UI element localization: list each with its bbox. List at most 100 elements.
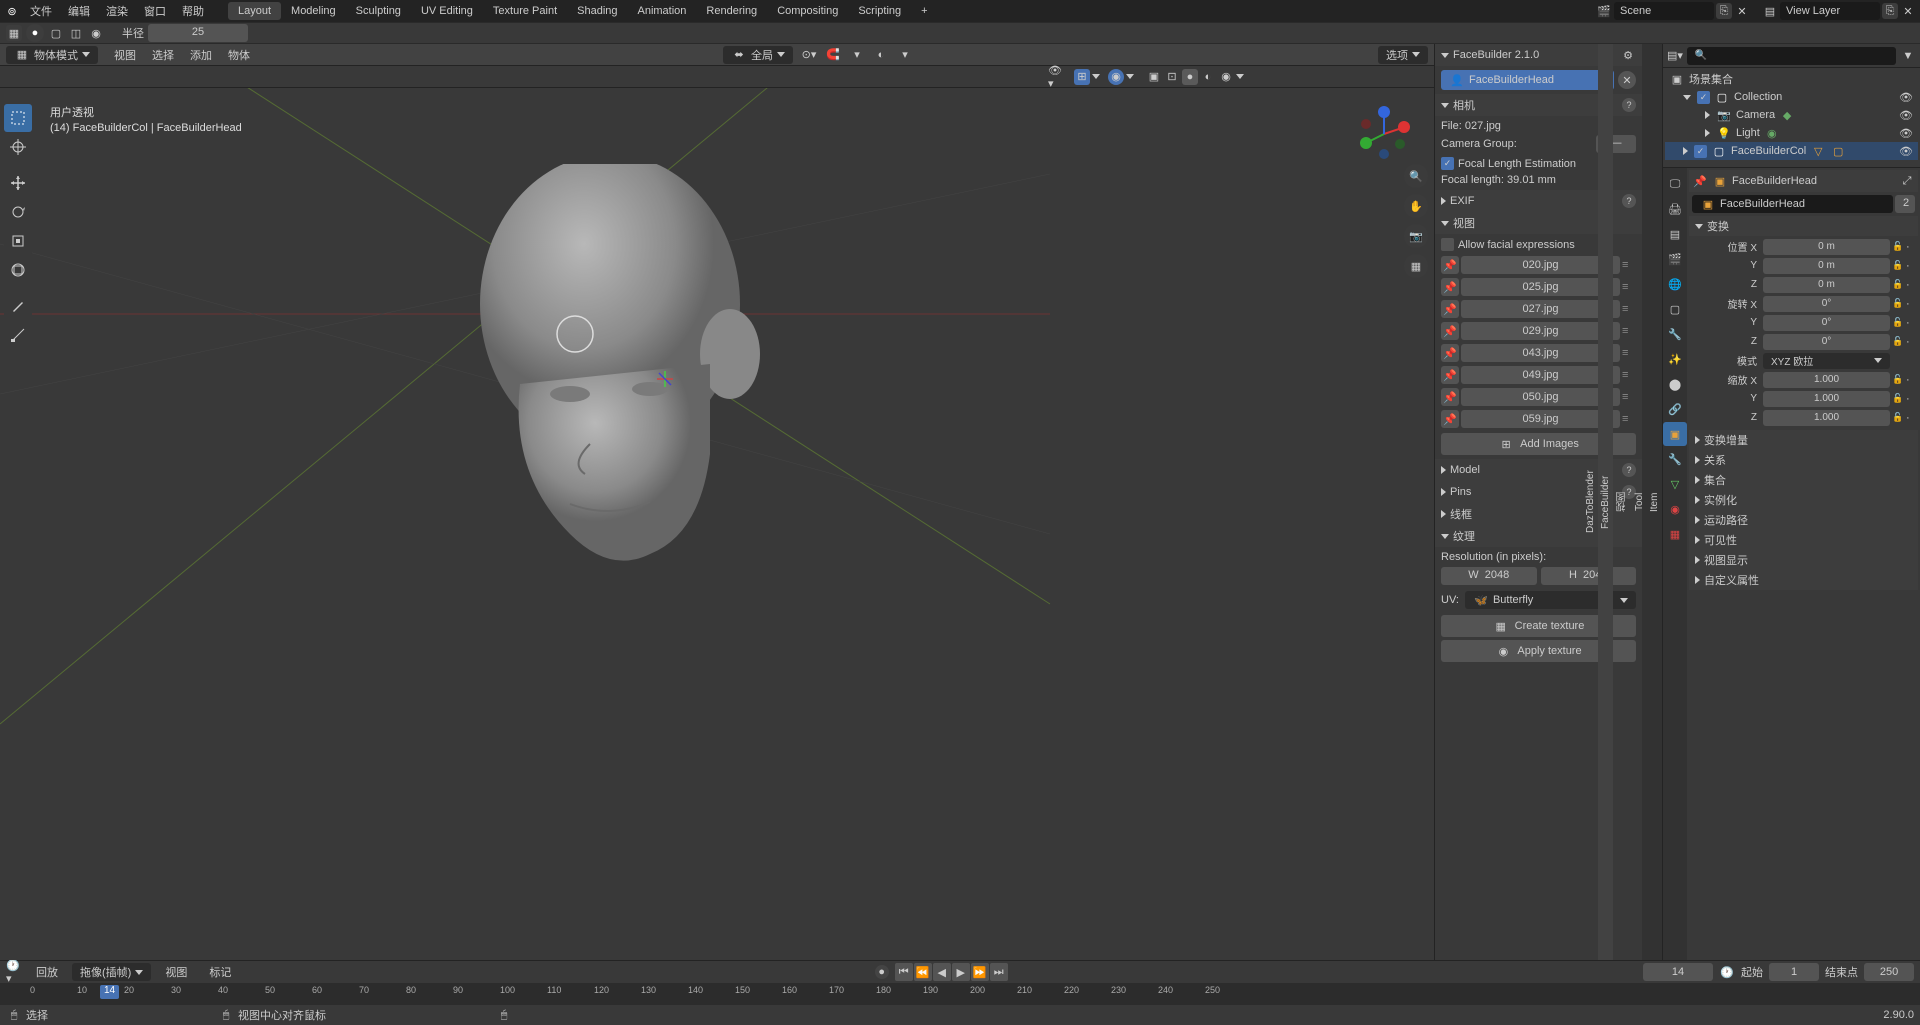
prop-tab-output[interactable]: 🖨 (1663, 197, 1687, 221)
prop-tab-modifier[interactable]: 🔧 (1663, 447, 1687, 471)
move-tool[interactable] (4, 169, 32, 197)
lock-icon[interactable]: 🔓 (1890, 315, 1906, 331)
rotate-tool[interactable] (4, 198, 32, 226)
radius-field[interactable]: 25 (148, 24, 248, 42)
visibility-icon[interactable]: 👁▾ (1048, 69, 1064, 85)
n-tab-daz[interactable]: DazToBlender (1583, 44, 1598, 960)
keying-dropdown[interactable]: 拖像(插帧) (72, 963, 151, 981)
prop-section[interactable]: 运动路径 (1689, 510, 1918, 530)
shading-wireframe[interactable]: ⊡ (1164, 69, 1180, 85)
viewlayer-field[interactable]: View Layer (1780, 2, 1880, 20)
scene-name-field[interactable]: Scene (1614, 2, 1714, 20)
expand-icon[interactable]: ⤢ (1899, 173, 1915, 189)
rot-x-field[interactable]: 0° (1763, 296, 1890, 312)
rotation-mode-dropdown[interactable]: XYZ 欧拉 (1763, 353, 1890, 369)
prop-tab-texture[interactable]: ▦ (1663, 522, 1687, 546)
pin-button[interactable]: 📌 (1441, 410, 1459, 428)
navigation-gizmo[interactable] (1354, 104, 1414, 164)
eye-icon[interactable]: 👁 (1898, 143, 1914, 159)
lock-icon[interactable]: 🔓 (1890, 296, 1906, 312)
cursor-tool-icon[interactable]: ● (26, 24, 44, 42)
eye-icon[interactable]: 👁 (1898, 107, 1914, 123)
lock-icon[interactable]: 🔓 (1890, 258, 1906, 274)
clock-icon[interactable]: 🕐 (1719, 964, 1735, 980)
header-menu-物体[interactable]: 物体 (220, 47, 258, 65)
prop-tab-render[interactable]: 🖵 (1663, 172, 1687, 196)
workspace-tab-Shading[interactable]: Shading (567, 2, 627, 20)
next-key-button[interactable]: ⏩ (971, 963, 989, 981)
zoom-icon[interactable]: 🔍 (1404, 164, 1428, 188)
annotate-tool[interactable] (4, 292, 32, 320)
prop-tab-data[interactable]: ▽ (1663, 472, 1687, 496)
header-menu-视图[interactable]: 视图 (106, 47, 144, 65)
prop-section[interactable]: 实例化 (1689, 490, 1918, 510)
workspace-tab-Modeling[interactable]: Modeling (281, 2, 346, 20)
pin-button[interactable]: 📌 (1441, 388, 1459, 406)
workspace-tab-Sculpting[interactable]: Sculpting (346, 2, 411, 20)
marker-menu[interactable]: 标记 (201, 961, 239, 983)
snap-dropdown[interactable]: ▾ (849, 47, 865, 63)
prop-section[interactable]: 关系 (1689, 450, 1918, 470)
options-dropdown[interactable]: 选项 (1378, 46, 1428, 64)
perspective-toggle-icon[interactable]: ▦ (1404, 254, 1428, 278)
n-tab-view[interactable]: 视图 (1613, 44, 1632, 960)
tree-collection[interactable]: ✓▢Collection👁 (1665, 88, 1918, 106)
n-tab-facebuilder[interactable]: FaceBuilder (1598, 44, 1613, 960)
n-tab-item[interactable]: Item (1647, 44, 1662, 960)
add-workspace-button[interactable]: + (913, 2, 935, 20)
tree-light[interactable]: 💡Light◉👁 (1665, 124, 1918, 142)
header-menu-添加[interactable]: 添加 (182, 47, 220, 65)
lock-icon[interactable]: 🔓 (1890, 334, 1906, 350)
menu-编辑[interactable]: 编辑 (60, 3, 98, 21)
prev-key-button[interactable]: ⏪ (914, 963, 932, 981)
new-viewlayer-button[interactable]: ⎘ (1882, 3, 1898, 19)
lock-icon[interactable]: 🔓 (1890, 277, 1906, 293)
fle-checkbox[interactable]: ✓ (1441, 157, 1454, 170)
pin-button[interactable]: 📌 (1441, 344, 1459, 362)
pin-button[interactable]: 📌 (1441, 366, 1459, 384)
select-box-tool[interactable] (4, 104, 32, 132)
header-menu-选择[interactable]: 选择 (144, 47, 182, 65)
rot-y-field[interactable]: 0° (1763, 315, 1890, 331)
prop-section[interactable]: 变换增量 (1689, 430, 1918, 450)
head-mesh[interactable] (440, 164, 780, 584)
prop-tab-constraint[interactable]: 🔗 (1663, 397, 1687, 421)
gizmo-toggle[interactable]: ⊞ (1074, 69, 1090, 85)
proportional-toggle[interactable]: ◐ (873, 47, 889, 63)
workspace-tab-Layout[interactable]: Layout (228, 2, 281, 20)
jump-end-button[interactable]: ⏭ (990, 963, 1008, 981)
timeline-cursor[interactable]: 14 (100, 985, 119, 999)
new-scene-button[interactable]: ⎘ (1716, 3, 1732, 19)
workspace-tab-Animation[interactable]: Animation (628, 2, 697, 20)
camera-view-icon[interactable]: 📷 (1404, 224, 1428, 248)
end-frame-field[interactable]: 250 (1864, 963, 1914, 981)
pin-button[interactable]: 📌 (1441, 322, 1459, 340)
prop-section[interactable]: 视图显示 (1689, 550, 1918, 570)
prop-tab-viewlayer[interactable]: ▤ (1663, 222, 1687, 246)
lasso-icon[interactable]: ◫ (68, 25, 84, 41)
orientation-dropdown[interactable]: ⬌全局 (723, 46, 793, 64)
scale-tool[interactable] (4, 227, 32, 255)
prop-tab-physics[interactable]: ⬤ (1663, 372, 1687, 396)
overlay-toggle[interactable]: ◉ (1108, 69, 1124, 85)
prop-tab-object[interactable]: ▣ (1663, 422, 1687, 446)
workspace-tab-Scripting[interactable]: Scripting (848, 2, 911, 20)
delete-scene-button[interactable]: ✕ (1734, 3, 1750, 19)
pin-button[interactable]: 📌 (1441, 278, 1459, 296)
menu-窗口[interactable]: 窗口 (136, 3, 174, 21)
box-select-icon[interactable]: ▢ (48, 25, 64, 41)
current-frame-field[interactable]: 14 (1643, 963, 1713, 981)
loc-z-field[interactable]: 0 m (1763, 277, 1890, 293)
n-tab-tool[interactable]: Tool (1632, 44, 1647, 960)
prop-section[interactable]: 可见性 (1689, 530, 1918, 550)
cursor-tool[interactable] (4, 133, 32, 161)
users-count[interactable]: 2 (1895, 195, 1915, 213)
eye-icon[interactable]: 👁 (1898, 125, 1914, 141)
lock-icon[interactable]: 🔓 (1890, 410, 1906, 426)
res-w-field[interactable]: W 2048 (1441, 567, 1537, 585)
tree-fb-collection[interactable]: ✓▢FaceBuilderCol▽▢👁 (1665, 142, 1918, 160)
pivot-dropdown[interactable]: ⊙▾ (801, 47, 817, 63)
lock-icon[interactable]: 🔓 (1890, 391, 1906, 407)
shading-material[interactable]: ◐ (1200, 69, 1216, 85)
shading-rendered[interactable]: ◉ (1218, 69, 1234, 85)
